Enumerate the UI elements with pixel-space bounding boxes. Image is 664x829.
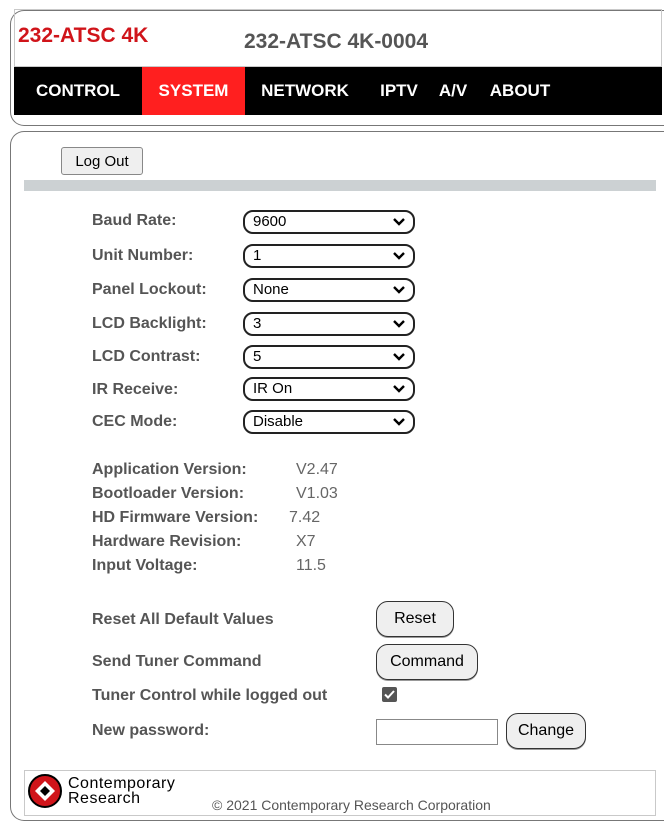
lcd-contrast-select[interactable]: 5 bbox=[243, 345, 415, 369]
hd-firmware-version-label: HD Firmware Version: bbox=[92, 509, 259, 526]
logo-mark-icon bbox=[28, 774, 62, 808]
lcd-contrast-value: 5 bbox=[253, 348, 262, 365]
reset-defaults-label: Reset All Default Values bbox=[92, 611, 274, 628]
lcd-backlight-label: LCD Backlight: bbox=[92, 315, 207, 332]
copyright-text: © 2021 Contemporary Research Corporation bbox=[212, 797, 491, 813]
panel-lockout-label: Panel Lockout: bbox=[92, 281, 207, 298]
bootloader-version-value: V1.03 bbox=[296, 485, 338, 502]
tab-network[interactable]: NETWORK bbox=[246, 67, 364, 115]
lcd-backlight-select[interactable]: 3 bbox=[243, 312, 415, 336]
bootloader-version-label: Bootloader Version: bbox=[92, 485, 245, 502]
tab-about[interactable]: ABOUT bbox=[473, 67, 567, 115]
command-button[interactable]: Command bbox=[376, 644, 478, 680]
tab-iptv[interactable]: IPTV bbox=[365, 67, 433, 115]
panel-lockout-value: None bbox=[253, 281, 289, 298]
chevron-down-icon bbox=[393, 385, 405, 393]
hardware-revision-label: Hardware Revision: bbox=[92, 533, 242, 550]
tab-av[interactable]: A/V bbox=[431, 67, 475, 115]
brand-title: 232-ATSC 4K bbox=[18, 24, 149, 47]
unit-number-select[interactable]: 1 bbox=[243, 244, 415, 268]
tuner-control-logged-out-label: Tuner Control while logged out bbox=[92, 687, 328, 704]
ir-receive-value: IR On bbox=[253, 380, 293, 397]
logo-word-contemporary: Contemporary bbox=[68, 775, 176, 792]
tab-system[interactable]: SYSTEM bbox=[142, 67, 245, 115]
cec-mode-select[interactable]: Disable bbox=[243, 410, 415, 434]
baud-rate-select[interactable]: 9600 bbox=[243, 210, 415, 234]
baud-rate-label: Baud Rate: bbox=[92, 212, 177, 229]
checkmark-icon bbox=[384, 690, 395, 699]
unit-number-label: Unit Number: bbox=[92, 247, 194, 264]
lcd-backlight-value: 3 bbox=[253, 315, 262, 332]
divider-bar bbox=[24, 180, 656, 191]
change-password-button[interactable]: Change bbox=[506, 713, 586, 749]
new-password-input[interactable] bbox=[376, 719, 498, 745]
send-tuner-command-label: Send Tuner Command bbox=[92, 653, 262, 670]
hardware-revision-value: X7 bbox=[296, 533, 316, 550]
cec-mode-value: Disable bbox=[253, 413, 304, 430]
logo-word-research: Research bbox=[68, 790, 141, 807]
unit-number-value: 1 bbox=[253, 247, 262, 264]
chevron-down-icon bbox=[393, 252, 405, 260]
application-version-label: Application Version: bbox=[92, 461, 247, 478]
input-voltage-label: Input Voltage: bbox=[92, 557, 198, 574]
application-version-value: V2.47 bbox=[296, 461, 338, 478]
hd-firmware-version-value: 7.42 bbox=[289, 509, 321, 526]
company-logo: Contemporary Research bbox=[28, 774, 204, 812]
baud-rate-value: 9600 bbox=[253, 213, 287, 230]
lcd-contrast-label: LCD Contrast: bbox=[92, 348, 201, 365]
cec-mode-label: CEC Mode: bbox=[92, 413, 178, 430]
chevron-down-icon bbox=[393, 418, 405, 426]
ir-receive-select[interactable]: IR On bbox=[243, 377, 415, 401]
ir-receive-label: IR Receive: bbox=[92, 381, 179, 398]
tab-control[interactable]: CONTROL bbox=[14, 67, 142, 115]
chevron-down-icon bbox=[393, 353, 405, 361]
device-name: 232-ATSC 4K-0004 bbox=[244, 30, 429, 53]
chevron-down-icon bbox=[393, 320, 405, 328]
logout-button[interactable]: Log Out bbox=[61, 147, 143, 175]
tuner-control-logged-out-checkbox[interactable] bbox=[382, 687, 397, 702]
new-password-label: New password: bbox=[92, 722, 210, 739]
chevron-down-icon bbox=[393, 286, 405, 294]
reset-button[interactable]: Reset bbox=[376, 601, 454, 637]
panel-lockout-select[interactable]: None bbox=[243, 278, 415, 302]
input-voltage-value: 11.5 bbox=[296, 557, 326, 574]
main-nav: CONTROL SYSTEM NETWORK IPTV A/V ABOUT bbox=[14, 67, 662, 115]
chevron-down-icon bbox=[393, 218, 405, 226]
